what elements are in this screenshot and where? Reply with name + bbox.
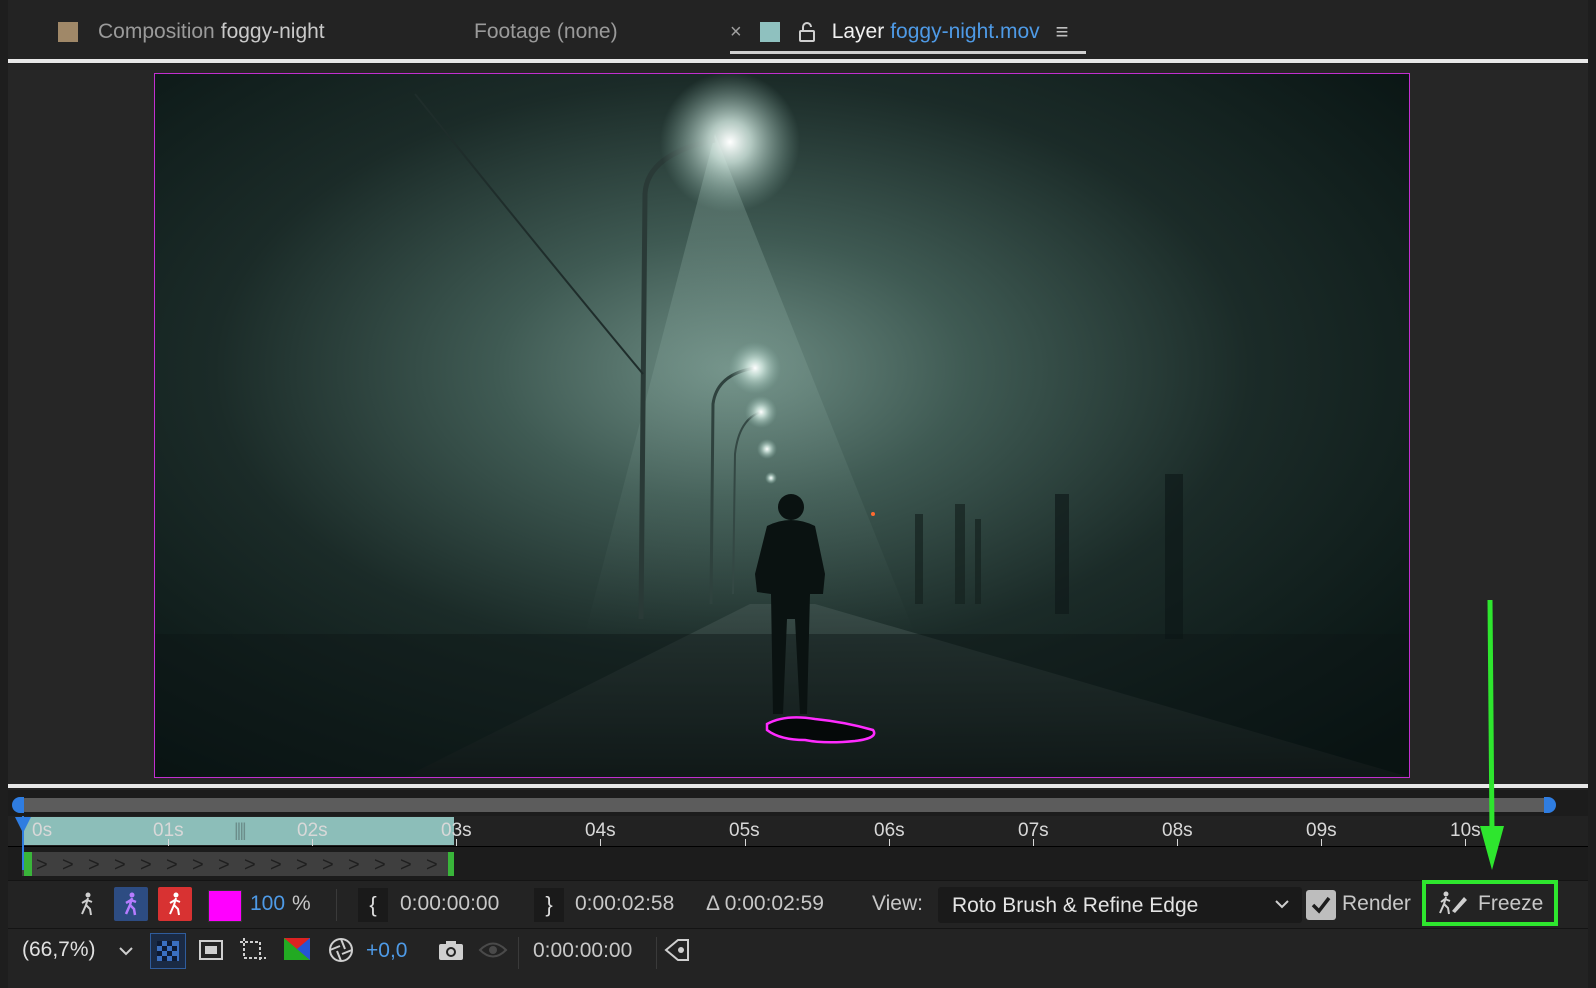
- tab-bar: Composition foggy-night Footage (none) ×…: [8, 0, 1588, 63]
- set-out-point-icon[interactable]: }: [534, 888, 564, 922]
- layer-viewer[interactable]: [8, 64, 1588, 786]
- current-timecode[interactable]: 0:00:00:00: [533, 939, 632, 963]
- span-start-marker[interactable]: [24, 852, 32, 876]
- layer-timeline[interactable]: |||| 0s 01s 02s 03s 04s 05s 06s 07s 08s …: [8, 790, 1588, 880]
- overlay-color-swatch[interactable]: [208, 890, 242, 922]
- viewer-footer-bar: (66,7%) +0,0 0:00:00:00: [8, 928, 1588, 979]
- annotation-arrow-icon: [1480, 600, 1504, 870]
- zoom-dropdown[interactable]: (66,7%): [10, 929, 142, 971]
- cache-marks: ||||: [234, 820, 247, 840]
- region-of-interest-icon[interactable]: [236, 933, 270, 967]
- camera-icon[interactable]: [434, 933, 468, 967]
- layer-panel: Composition foggy-night Footage (none) ×…: [8, 0, 1588, 988]
- duration-time: Δ 0:00:02:59: [706, 892, 824, 915]
- walk-icon[interactable]: [70, 887, 104, 921]
- view-dropdown-value: Roto Brush & Refine Edge: [952, 894, 1199, 917]
- tab-bar-divider: [8, 59, 1588, 63]
- playhead-handle[interactable]: [15, 817, 31, 833]
- layer-color-swatch: [759, 22, 780, 42]
- channel-rgb-icon[interactable]: [280, 933, 314, 967]
- span-end-marker[interactable]: [448, 852, 454, 876]
- composition-color-swatch: [58, 22, 78, 42]
- foggy-night-image: [155, 74, 1409, 777]
- ruler-tick: [745, 839, 746, 846]
- separator: [656, 937, 657, 969]
- roto-span-frames[interactable]: > > > > > > > > > > > > > > > >: [22, 852, 454, 876]
- viewer-options-icon[interactable]: [660, 933, 694, 967]
- tick-label: 0s: [32, 820, 53, 841]
- out-point-time[interactable]: 0:00:02:58: [575, 892, 674, 916]
- percent-sign: %: [292, 892, 311, 915]
- ruler-tick: [600, 839, 601, 846]
- viewer-divider: [8, 784, 1588, 788]
- footage-frame[interactable]: [154, 73, 1410, 778]
- close-icon[interactable]: ×: [730, 21, 742, 44]
- chevron-down-icon: [119, 947, 133, 956]
- ruler-tick: [1321, 839, 1322, 846]
- render-label: Render: [1342, 892, 1411, 915]
- tab-footage[interactable]: Footage (none): [474, 14, 618, 50]
- ruler-tick: [456, 839, 457, 846]
- work-area-start-handle[interactable]: [12, 797, 24, 813]
- transparency-grid-icon[interactable]: [150, 933, 186, 969]
- unlock-icon[interactable]: [796, 21, 818, 43]
- ruler-tick: [168, 839, 169, 846]
- tab-composition-name: foggy-night: [220, 20, 325, 43]
- chevron-down-icon: [1275, 900, 1289, 909]
- view-label: View:: [872, 892, 923, 915]
- freeze-button[interactable]: Freeze: [1478, 892, 1543, 916]
- tab-layer-label: Layer: [831, 20, 885, 43]
- roto-brush-foreground-icon[interactable]: [114, 887, 148, 921]
- active-tab-underline: [730, 51, 1086, 54]
- tab-composition-label: Composition: [98, 20, 215, 43]
- separator: [518, 937, 519, 969]
- mask-toggle-icon[interactable]: [194, 933, 228, 967]
- roto-brush-background-icon[interactable]: [158, 887, 192, 921]
- render-checkbox[interactable]: [1306, 890, 1336, 920]
- tab-layer-filename: foggy-night.mov: [890, 20, 1040, 43]
- overlay-opacity-value[interactable]: 100: [250, 892, 285, 916]
- ruler-tick: [1033, 839, 1034, 846]
- zoom-value: (66,7%): [22, 938, 96, 961]
- freeze-icon[interactable]: [1438, 889, 1470, 919]
- ruler-tick: [1177, 839, 1178, 846]
- checkmark-icon: [1311, 896, 1331, 914]
- show-snapshot-icon[interactable]: [476, 933, 510, 967]
- ruler-tick: [889, 839, 890, 846]
- ruler-tick: [312, 839, 313, 846]
- tab-layer[interactable]: × Layer foggy-night.mov ≡: [730, 14, 1068, 50]
- aperture-icon[interactable]: [324, 933, 358, 967]
- ruler-tick: [1465, 839, 1466, 846]
- work-area-bar[interactable]: [18, 798, 1552, 812]
- work-area-end-handle[interactable]: [1544, 797, 1556, 813]
- tab-composition[interactable]: Composition foggy-night: [58, 14, 325, 50]
- exposure-value[interactable]: +0,0: [366, 939, 407, 963]
- tab-footage-label: Footage (none): [474, 20, 618, 43]
- panel-menu-icon[interactable]: ≡: [1056, 19, 1069, 45]
- separator: [336, 889, 337, 921]
- in-point-time[interactable]: 0:00:00:00: [400, 892, 499, 916]
- set-in-point-icon[interactable]: {: [358, 888, 388, 922]
- roto-controls-bar: 100 % { 0:00:00:00 } 0:00:02:58 Δ 0:00:0…: [8, 880, 1588, 929]
- view-dropdown[interactable]: Roto Brush & Refine Edge: [938, 887, 1302, 923]
